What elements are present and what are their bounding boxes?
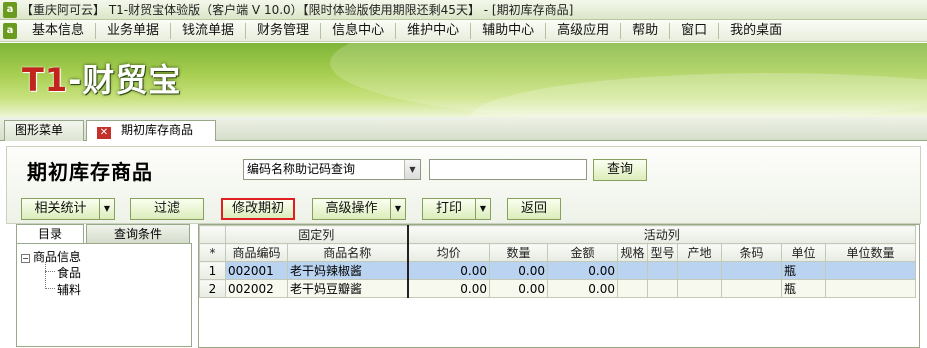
menu-help[interactable]: 帮助 (621, 22, 671, 39)
app-menu-icon[interactable]: a (3, 22, 17, 39)
col-header-amount[interactable]: 金额 (547, 243, 618, 262)
col-header-avg-price[interactable]: 均价 (407, 243, 490, 262)
menu-basic-info[interactable]: 基本信息 (21, 22, 97, 39)
col-header-unit[interactable]: 单位 (781, 243, 826, 262)
menu-my-desktop[interactable]: 我的桌面 (719, 23, 793, 39)
col-header-origin[interactable]: 产地 (677, 243, 722, 262)
menu-finance[interactable]: 财务管理 (246, 22, 322, 39)
tab-query-conditions[interactable]: 查询条件 (86, 224, 190, 244)
chevron-down-icon[interactable]: ▼ (99, 199, 114, 219)
tree-node-root[interactable]: − 商品信息 (21, 248, 81, 265)
table-row[interactable]: 1 002001 老干妈辣椒酱 0.00 0.00 0.00 瓶 (199, 261, 916, 280)
menu-assist[interactable]: 辅助中心 (471, 22, 547, 39)
modify-opening-button[interactable]: 修改期初 (221, 198, 295, 220)
tab-catalog[interactable]: 目录 (16, 224, 84, 244)
title-bar: a 【重庆阿可云】 T1-财贸宝体验版（客户端 V 10.0）【限时体验版使用期… (0, 0, 927, 20)
menu-info-center[interactable]: 信息中心 (321, 22, 397, 39)
menu-business-docs[interactable]: 业务单据 (96, 22, 172, 39)
brand-logo: T1-财贸宝 (22, 61, 182, 99)
collapse-icon[interactable]: − (21, 254, 30, 263)
page-title: 期初库存商品 (27, 160, 153, 184)
tab-graphic-menu[interactable]: 图形菜单 (4, 120, 84, 141)
close-icon[interactable]: ✕ (97, 127, 111, 139)
col-header-spec[interactable]: 规格 (617, 243, 648, 262)
tree-node-food[interactable]: 食品 (57, 264, 81, 281)
search-mode-select[interactable]: 编码名称助记码查询 ▼ (243, 159, 421, 180)
brand-banner: T1-财贸宝 (0, 43, 927, 117)
stock-grid: 固定列 活动列 * 商品编码 商品名称 均价 数量 金额 规格 型号 产地 条码… (198, 224, 920, 348)
col-header-code[interactable]: 商品编码 (225, 243, 288, 262)
document-tabs: 图形菜单 ✕ 期初库存商品 (0, 117, 927, 142)
col-header-barcode[interactable]: 条码 (721, 243, 782, 262)
query-button[interactable]: 查询 (593, 159, 647, 181)
window-title: 【重庆阿可云】 T1-财贸宝体验版（客户端 V 10.0）【限时体验版使用期限还… (21, 3, 574, 17)
left-panel-tabs: 目录 查询条件 (16, 224, 194, 244)
menu-cash-docs[interactable]: 钱流单据 (171, 22, 247, 39)
group-fixed-columns: 固定列 (225, 225, 409, 244)
col-header-qty[interactable]: 数量 (489, 243, 548, 262)
print-button[interactable]: 打印 ▼ (422, 198, 491, 220)
advanced-button[interactable]: 高级操作 ▼ (312, 198, 406, 220)
app-logo-icon: a (3, 1, 17, 18)
page-header: 期初库存商品 编码名称助记码查询 ▼ 查询 相关统计 ▼ 过滤 修改期初 高级操… (6, 146, 921, 224)
index-header: * (199, 243, 226, 262)
table-row[interactable]: 2 002002 老干妈豆瓣酱 0.00 0.00 0.00 瓶 (199, 279, 916, 298)
tree-node-accessories[interactable]: 辅料 (57, 281, 81, 298)
back-button[interactable]: 返回 (507, 198, 561, 220)
chevron-down-icon[interactable]: ▼ (390, 199, 405, 219)
chevron-down-icon[interactable]: ▼ (475, 199, 490, 219)
col-header-model[interactable]: 型号 (647, 243, 678, 262)
chevron-down-icon[interactable]: ▼ (404, 160, 420, 179)
col-header-name[interactable]: 商品名称 (287, 243, 409, 262)
menu-advanced[interactable]: 高级应用 (546, 22, 622, 39)
grid-corner (199, 225, 226, 244)
category-tree: − 商品信息 食品 辅料 (16, 243, 192, 347)
group-active-columns: 活动列 (407, 225, 916, 244)
menu-window[interactable]: 窗口 (670, 22, 720, 39)
main-content: 期初库存商品 编码名称助记码查询 ▼ 查询 相关统计 ▼ 过滤 修改期初 高级操… (0, 141, 927, 348)
filter-button[interactable]: 过滤 (130, 198, 204, 220)
stats-button[interactable]: 相关统计 ▼ (21, 198, 115, 220)
tab-opening-stock[interactable]: ✕ 期初库存商品 (86, 120, 216, 142)
search-input[interactable] (429, 159, 587, 180)
menu-bar: a 基本信息 业务单据 钱流单据 财务管理 信息中心 维护中心 辅助中心 高级应… (0, 20, 927, 42)
menu-maintenance[interactable]: 维护中心 (396, 22, 472, 39)
col-header-unit-qty[interactable]: 单位数量 (825, 243, 916, 262)
